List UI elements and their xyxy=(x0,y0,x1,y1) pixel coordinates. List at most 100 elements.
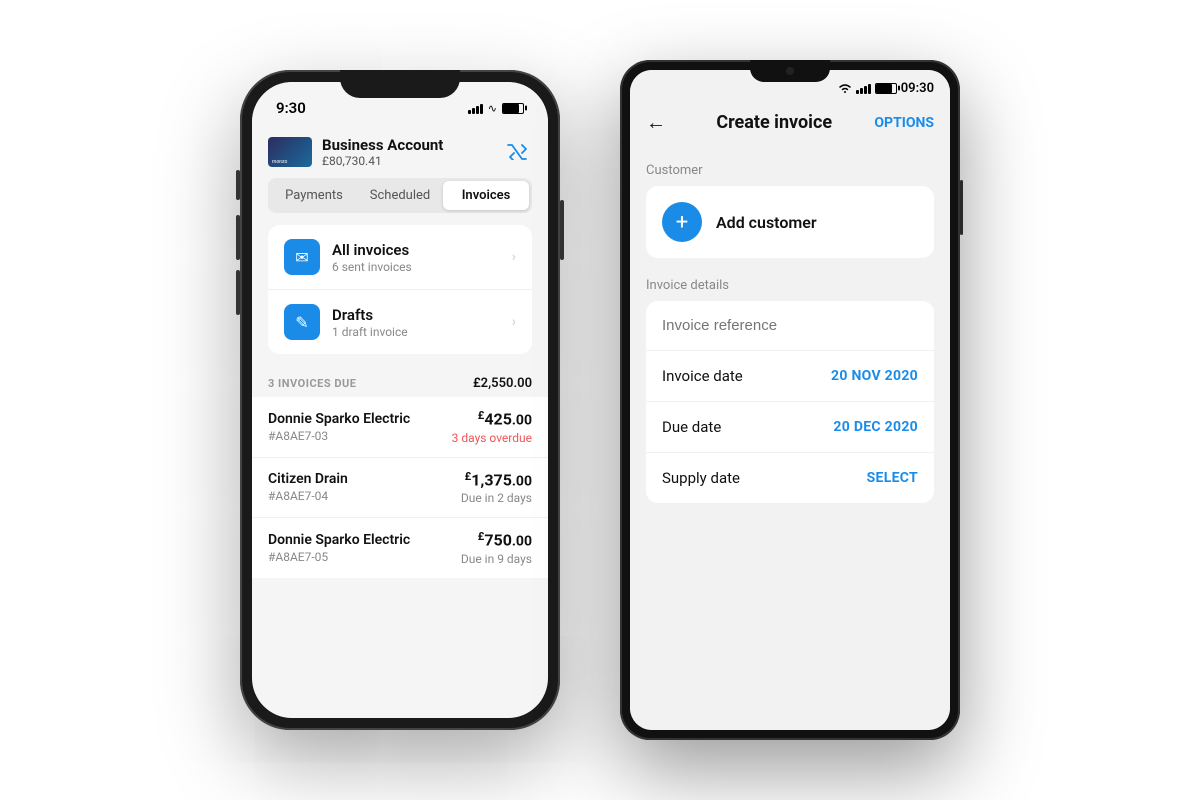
account-header[interactable]: Business Account £80,730.41 xyxy=(252,126,548,178)
signal-bar-2 xyxy=(472,108,475,114)
battery-fill-2 xyxy=(876,84,892,93)
invoice-section: ✉ All invoices 6 sent invoices › ✎ Draft… xyxy=(268,225,532,354)
account-name: Business Account xyxy=(322,136,443,154)
all-invoices-row[interactable]: ✉ All invoices 6 sent invoices › xyxy=(268,225,532,290)
account-balance: £80,730.41 xyxy=(322,154,443,168)
nav-bar-2: ← Create invoice OPTIONS xyxy=(630,102,950,147)
invoice-date-label: Invoice date xyxy=(662,367,743,385)
invoice-details-card: Invoice date 20 NOV 2020 Due date 20 DEC… xyxy=(646,301,934,503)
supply-date-row[interactable]: Supply date SELECT xyxy=(646,453,934,503)
all-invoices-title: All invoices xyxy=(332,241,512,259)
tabs-bar: Payments Scheduled Invoices xyxy=(268,178,532,213)
invoice-item-3-status: Due in 9 days xyxy=(461,552,532,566)
phone2-side-btn xyxy=(960,180,963,235)
account-info: Business Account £80,730.41 xyxy=(268,136,443,168)
battery-fill-1 xyxy=(503,104,519,113)
all-invoices-text: All invoices 6 sent invoices xyxy=(332,241,512,274)
due-date-label: Due date xyxy=(662,418,721,436)
drafts-row[interactable]: ✎ Drafts 1 draft invoice › xyxy=(268,290,532,354)
phone-2: 09:30 ← Create invoice OPTIONS Customer … xyxy=(620,60,960,740)
status-time-1: 9:30 xyxy=(276,99,306,117)
invoice-item-2-name: Citizen Drain xyxy=(268,471,348,487)
invoices-due-label: 3 INVOICES DUE xyxy=(268,377,356,390)
supply-date-label: Supply date xyxy=(662,469,740,487)
invoice-item-2-left: Citizen Drain #A8AE7-04 xyxy=(268,471,348,503)
invoice-item-2-right: £1,375.00 Due in 2 days xyxy=(461,470,532,506)
sb2-1 xyxy=(856,90,859,94)
due-date-value[interactable]: 20 DEC 2020 xyxy=(833,419,918,435)
drafts-text: Drafts 1 draft invoice xyxy=(332,306,512,339)
phone1-side-btn-right xyxy=(560,200,564,260)
drafts-title: Drafts xyxy=(332,306,512,324)
add-customer-card[interactable]: + Add customer xyxy=(646,186,934,258)
due-date-row[interactable]: Due date 20 DEC 2020 xyxy=(646,402,934,453)
invoice-item-3[interactable]: Donnie Sparko Electric #A8AE7-05 £750.00… xyxy=(252,518,548,578)
signal-bar-3 xyxy=(476,106,479,114)
invoice-item-1-left: Donnie Sparko Electric #A8AE7-03 xyxy=(268,411,410,443)
tab-scheduled[interactable]: Scheduled xyxy=(357,181,443,210)
all-invoices-icon: ✉ xyxy=(284,239,320,275)
back-button[interactable]: ← xyxy=(646,110,666,135)
card-thumbnail xyxy=(268,137,312,167)
phones-container: 9:30 ∿ xyxy=(0,0,1200,800)
signal-bar-4 xyxy=(480,104,483,114)
supply-date-select[interactable]: SELECT xyxy=(867,470,918,486)
invoice-date-value[interactable]: 20 NOV 2020 xyxy=(831,368,918,384)
sb2-2 xyxy=(860,88,863,94)
signal-bar-1 xyxy=(468,110,471,114)
drafts-sub: 1 draft invoice xyxy=(332,325,512,339)
invoice-item-3-name: Donnie Sparko Electric xyxy=(268,532,410,548)
wifi-icon-1: ∿ xyxy=(488,102,497,115)
options-button[interactable]: OPTIONS xyxy=(874,115,934,131)
all-invoices-sub: 6 sent invoices xyxy=(332,260,512,274)
invoice-item-2-ref: #A8AE7-04 xyxy=(268,489,348,503)
phone2-screen: 09:30 ← Create invoice OPTIONS Customer … xyxy=(630,70,950,730)
invoice-item-1[interactable]: Donnie Sparko Electric #A8AE7-03 £425.00… xyxy=(252,397,548,458)
invoice-item-2[interactable]: Citizen Drain #A8AE7-04 £1,375.00 Due in… xyxy=(252,458,548,519)
chevron-drafts: › xyxy=(512,314,516,330)
create-invoice-content: Customer + Add customer Invoice details … xyxy=(630,147,950,730)
invoices-due-total: £2,550.00 xyxy=(473,376,532,391)
tab-payments[interactable]: Payments xyxy=(271,181,357,210)
invoice-item-1-right: £425.00 3 days overdue xyxy=(452,409,532,445)
wifi-icon-2 xyxy=(838,82,852,94)
invoice-item-3-amount: £750.00 xyxy=(461,530,532,550)
phone1-side-btn-left-2 xyxy=(236,215,240,260)
phone1-side-btn-left-3 xyxy=(236,270,240,315)
invoice-item-1-status: 3 days overdue xyxy=(452,431,532,445)
battery-icon-2 xyxy=(875,83,897,94)
add-customer-label: Add customer xyxy=(716,213,817,232)
add-customer-icon: + xyxy=(662,202,702,242)
customer-section-label: Customer xyxy=(630,147,950,186)
invoice-item-2-amount: £1,375.00 xyxy=(461,470,532,490)
invoice-reference-input[interactable] xyxy=(662,317,918,334)
invoice-item-1-amount: £425.00 xyxy=(452,409,532,429)
sb2-3 xyxy=(864,86,867,94)
phone2-camera xyxy=(786,67,794,75)
invoices-due-header: 3 INVOICES DUE £2,550.00 xyxy=(252,366,548,397)
status-time-2: 09:30 xyxy=(901,81,934,96)
signal-bars-1 xyxy=(468,102,483,114)
phone-1: 9:30 ∿ xyxy=(240,70,560,730)
nav-title: Create invoice xyxy=(674,112,874,133)
account-text-info: Business Account £80,730.41 xyxy=(322,136,443,168)
phone1-notch xyxy=(340,70,460,98)
status-icons-1: ∿ xyxy=(468,102,524,115)
invoice-date-row[interactable]: Invoice date 20 NOV 2020 xyxy=(646,351,934,402)
invoice-reference-row[interactable] xyxy=(646,301,934,351)
invoice-list-section: Donnie Sparko Electric #A8AE7-03 £425.00… xyxy=(252,397,548,578)
phone1-side-btn-left-1 xyxy=(236,170,240,200)
invoice-details-label: Invoice details xyxy=(630,258,950,301)
invoice-item-2-status: Due in 2 days xyxy=(461,491,532,505)
phone1-screen: 9:30 ∿ xyxy=(252,82,548,718)
invoice-item-1-name: Donnie Sparko Electric xyxy=(268,411,410,427)
sb2-4 xyxy=(868,84,871,94)
battery-icon-1 xyxy=(502,103,524,114)
invoice-item-3-left: Donnie Sparko Electric #A8AE7-05 xyxy=(268,532,410,564)
shuffle-icon[interactable] xyxy=(504,142,532,162)
chevron-all-invoices: › xyxy=(512,249,516,265)
signal-bars-2 xyxy=(856,82,871,94)
invoice-item-3-ref: #A8AE7-05 xyxy=(268,550,410,564)
invoice-item-1-ref: #A8AE7-03 xyxy=(268,429,410,443)
tab-invoices[interactable]: Invoices xyxy=(443,181,529,210)
